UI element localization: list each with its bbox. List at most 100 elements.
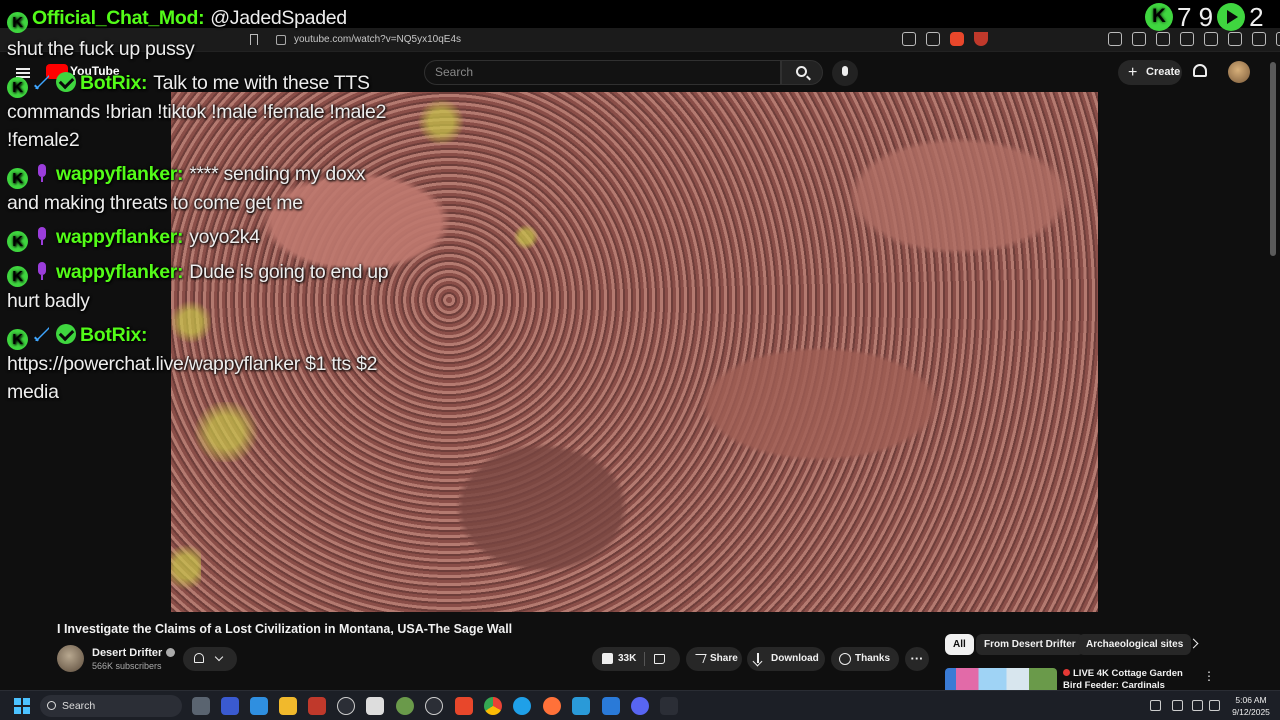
share-icon — [692, 654, 707, 663]
menu-icon[interactable] — [1276, 32, 1280, 46]
download-button[interactable]: Download — [747, 647, 825, 671]
kick-k-icon: K — [7, 231, 28, 252]
taskbar-app-icon[interactable] — [308, 697, 326, 715]
voice-search-button[interactable] — [832, 60, 858, 86]
chat-message: shut the fuck up pussy — [7, 35, 399, 63]
taskbar-app-icon[interactable] — [250, 697, 268, 715]
chat-message: K Official_Chat_Mod: @JadedSpaded — [7, 4, 399, 33]
mic-badge-icon — [32, 163, 52, 183]
kick-k-icon: K — [7, 12, 28, 33]
kebab-menu-icon[interactable]: ⋮ — [1203, 669, 1215, 683]
search-input[interactable]: Search — [424, 60, 781, 85]
viewer-count: 7 9 — [1177, 1, 1214, 32]
clock-date: 9/12/2025 — [1232, 707, 1270, 717]
tray-chevron-icon[interactable] — [1150, 700, 1161, 711]
search-icon — [796, 66, 807, 77]
create-button[interactable]: + Create — [1118, 60, 1182, 85]
brave-browser-icon[interactable] — [455, 697, 473, 715]
file-explorer-icon[interactable] — [279, 697, 297, 715]
chat-message: K BotRix: Talk to me with these TTS comman… — [7, 69, 399, 154]
vscode-icon[interactable] — [602, 697, 620, 715]
address-actions — [902, 32, 988, 46]
play-icon — [1217, 3, 1246, 31]
windows-start-icon[interactable] — [14, 698, 30, 714]
chevron-down-icon — [214, 652, 224, 662]
share-button[interactable]: Share — [686, 647, 742, 671]
chip-all[interactable]: All — [945, 634, 974, 655]
channel-name[interactable]: Desert Drifter — [92, 647, 176, 659]
brave-shields-icon[interactable] — [950, 32, 964, 46]
taskbar-app-icon[interactable] — [221, 697, 239, 715]
chat-username: BotRix: — [80, 324, 148, 346]
verified-icon — [166, 648, 176, 657]
chrome-icon[interactable] — [484, 697, 502, 715]
stat-count: 2 — [1249, 1, 1264, 32]
like-icon[interactable] — [602, 653, 613, 664]
taskbar-app-icon[interactable] — [337, 697, 355, 715]
sword-badge-icon — [34, 75, 49, 90]
tray-mic-icon[interactable] — [1172, 700, 1183, 711]
thanks-label: Thanks — [855, 653, 891, 664]
chat-overlay: K Official_Chat_Mod: @JadedSpaded shut the… — [7, 4, 399, 412]
dislike-icon[interactable] — [654, 654, 665, 664]
taskbar-app-icon[interactable] — [425, 697, 443, 715]
video-frame-detail — [171, 532, 201, 602]
chip-archaeological-sites[interactable]: Archaeological sites — [1078, 634, 1192, 655]
channel-avatar[interactable] — [57, 645, 84, 672]
taskbar-search[interactable]: Search — [40, 695, 182, 717]
taskbar-app-icon[interactable] — [396, 697, 414, 715]
share-page-icon[interactable] — [926, 32, 940, 46]
chat-username: wappyflanker: — [56, 226, 184, 248]
chat-text: yoyo2k4 — [189, 226, 260, 248]
discord-icon[interactable] — [631, 697, 649, 715]
sidebar-icon[interactable] — [1180, 32, 1194, 46]
brave-rewards-icon[interactable] — [974, 32, 988, 46]
search-button[interactable] — [781, 60, 823, 85]
chat-message: K BotRix: https://powerchat.live/wappyflan… — [7, 321, 399, 406]
volume-icon[interactable] — [1209, 700, 1220, 711]
more-actions-button[interactable]: ··· — [905, 647, 929, 671]
like-count[interactable]: 33K — [618, 647, 636, 671]
taskbar-search-label: Search — [62, 700, 96, 712]
mic-badge-icon — [32, 261, 52, 281]
create-label: Create — [1146, 66, 1181, 78]
firefox-icon[interactable] — [543, 697, 561, 715]
install-app-icon[interactable] — [902, 32, 916, 46]
media-controls-icon[interactable] — [1156, 32, 1170, 46]
taskbar-clock[interactable]: 5:06 AM 9/12/2025 — [1229, 694, 1273, 718]
chat-message: Kwappyflanker: **** sending my doxx and m… — [7, 160, 399, 217]
page-scrollbar[interactable] — [1270, 62, 1276, 256]
chip-from-channel[interactable]: From Desert Drifter — [976, 634, 1084, 655]
recommendation-title-text: LIVE 4K Cottage Garden Bird Feeder: Card… — [1063, 668, 1183, 690]
taskbar-app-icon[interactable] — [366, 697, 384, 715]
recommendation-thumbnail[interactable] — [945, 668, 1057, 690]
kick-k-icon: K — [1145, 3, 1173, 31]
verified-check-icon — [56, 324, 76, 344]
wallet-icon[interactable] — [1204, 32, 1218, 46]
kick-k-icon: K — [7, 77, 28, 98]
channel-name-text: Desert Drifter — [92, 647, 163, 659]
notifications-bell-icon[interactable] — [1193, 64, 1207, 77]
extension-icon[interactable] — [1132, 32, 1146, 46]
leo-icon[interactable] — [1228, 32, 1242, 46]
taskbar-app-icon[interactable] — [192, 697, 210, 715]
recommendation-title[interactable]: LIVE 4K Cottage Garden Bird Feeder: Card… — [1063, 668, 1201, 690]
mic-badge-icon — [32, 226, 52, 246]
thanks-button[interactable]: Thanks — [831, 647, 899, 671]
video-frame-detail — [511, 222, 541, 252]
extension-icon[interactable] — [1108, 32, 1122, 46]
subscription-notifications-button[interactable] — [183, 647, 237, 671]
windows-taskbar: Search 5:06 AM 9/12/2025 — [0, 690, 1280, 720]
chat-message: Kwappyflanker: yoyo2k4 — [7, 223, 399, 252]
chat-username: wappyflanker: — [56, 261, 184, 283]
kick-k-icon: K — [7, 266, 28, 287]
account-avatar[interactable] — [1228, 61, 1250, 83]
clock-time: 5:06 AM — [1235, 695, 1267, 705]
network-icon[interactable] — [1192, 700, 1203, 711]
video-frame-detail — [411, 97, 471, 147]
edge-icon[interactable] — [513, 697, 531, 715]
taskbar-app-icon[interactable] — [660, 697, 678, 715]
taskbar-app-icon[interactable] — [572, 697, 590, 715]
vpn-icon[interactable] — [1252, 32, 1266, 46]
plus-icon: + — [1128, 64, 1138, 81]
